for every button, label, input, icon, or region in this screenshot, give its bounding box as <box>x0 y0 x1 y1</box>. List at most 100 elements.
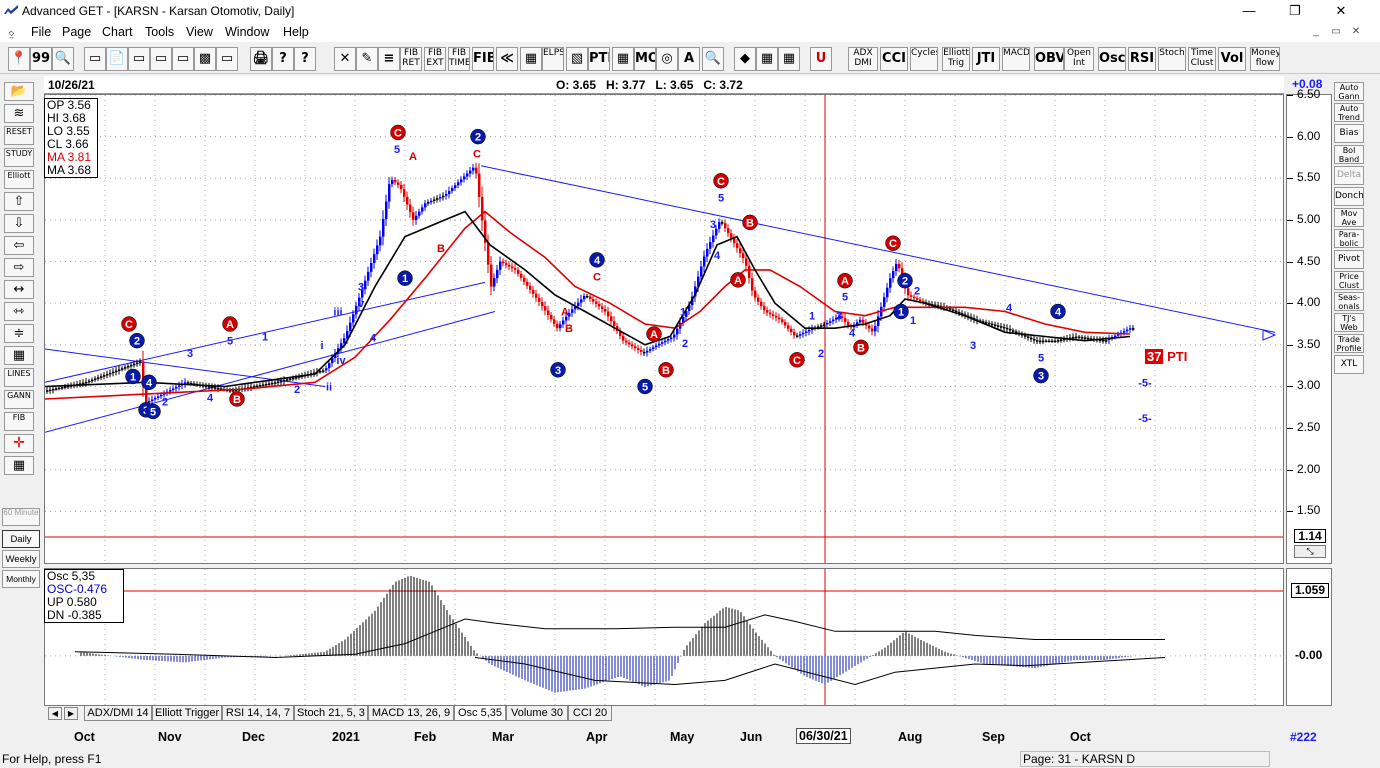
child-close-button[interactable]: ✕ <box>1348 25 1364 39</box>
left-tool-1[interactable]: ≋ <box>4 104 34 123</box>
toolbar-button-34[interactable]: ADX DMI <box>848 47 878 71</box>
timeframe-60min-button[interactable]: 60 Minute <box>2 508 40 526</box>
right-tool-11[interactable]: TJ's Web <box>1334 313 1364 332</box>
toolbar-button-40[interactable]: OBV <box>1034 47 1064 71</box>
toolbar-button-25[interactable]: ▦ <box>612 47 634 71</box>
left-tool-11[interactable]: ≑ <box>4 324 34 343</box>
toolbar-button-47[interactable]: Money flow <box>1250 47 1280 71</box>
menu-tools[interactable]: Tools <box>145 25 174 39</box>
maximize-button[interactable]: ❐ <box>1272 0 1318 22</box>
menu-file[interactable]: File <box>31 25 51 39</box>
toolbar-button-24[interactable]: PTI <box>588 47 610 71</box>
right-tool-4[interactable]: Delta <box>1334 166 1364 185</box>
toolbar-button-21[interactable]: ▦ <box>520 47 542 71</box>
toolbar-button-0[interactable]: 📍 <box>8 47 30 71</box>
oscillator-chart[interactable] <box>45 569 1283 705</box>
menu-help[interactable]: Help <box>283 25 309 39</box>
toolbar-button-37[interactable]: Elliott Trig <box>942 47 970 71</box>
left-tool-8[interactable]: ⇨ <box>4 258 34 277</box>
left-tool-5[interactable]: ⇧ <box>4 192 34 211</box>
close-button[interactable]: ✕ <box>1318 0 1364 22</box>
price-chart-panel[interactable]: C214352A5B3412C5AB13viii4iviii2C3BA4C5AB… <box>44 94 1284 564</box>
toolbar-button-14[interactable]: ✎ <box>356 47 378 71</box>
toolbar-button-36[interactable]: Cycles <box>910 47 938 71</box>
toolbar-button-44[interactable]: Stoch <box>1158 47 1186 71</box>
right-tool-9[interactable]: Price Clust <box>1334 271 1364 290</box>
toolbar-button-28[interactable]: A <box>678 47 700 71</box>
timeframe-daily-button[interactable]: Daily <box>2 530 40 548</box>
toolbar-button-30[interactable]: ◆ <box>734 47 756 71</box>
toolbar-button-39[interactable]: MACD <box>1002 47 1030 71</box>
timeframe-monthly-button[interactable]: Monthly <box>2 570 40 588</box>
toolbar-button-9[interactable]: ▭ <box>216 47 238 71</box>
left-tool-10[interactable]: ⇿ <box>4 302 34 321</box>
left-tool-16[interactable]: ✛ <box>4 434 34 453</box>
study-tab[interactable]: Osc 5,35 <box>454 706 506 721</box>
study-tab[interactable]: MACD 13, 26, 9 <box>368 706 454 721</box>
timeframe-weekly-button[interactable]: Weekly <box>2 550 40 568</box>
child-restore-button[interactable]: ▭ <box>1328 25 1344 39</box>
toolbar-button-29[interactable]: 🔍 <box>702 47 724 71</box>
left-tool-9[interactable]: ↔ <box>4 280 34 299</box>
toolbar-button-46[interactable]: Vol <box>1218 47 1246 71</box>
left-tool-12[interactable]: ▦ <box>4 346 34 365</box>
right-tool-3[interactable]: Bol Band <box>1334 145 1364 164</box>
toolbar-button-10[interactable]: 🖨 <box>250 47 272 71</box>
document-icon[interactable]: ⍚ <box>8 24 16 40</box>
toolbar-button-22[interactable]: ELPS <box>542 47 564 71</box>
toolbar-button-45[interactable]: Time Clust <box>1188 47 1216 71</box>
right-tool-13[interactable]: XTL <box>1334 355 1364 374</box>
toolbar-button-16[interactable]: FIB RET <box>400 47 422 71</box>
left-tool-15[interactable]: FIB <box>4 412 34 431</box>
toolbar-button-18[interactable]: FIB TIME <box>448 47 470 71</box>
toolbar-button-8[interactable]: ▩ <box>194 47 216 71</box>
study-tab[interactable]: Stoch 21, 5, 3 <box>294 706 368 721</box>
toolbar-button-26[interactable]: MOB <box>634 47 656 71</box>
study-tab[interactable]: ADX/DMI 14 <box>84 706 152 721</box>
toolbar-button-11[interactable]: ? <box>272 47 294 71</box>
toolbar-button-7[interactable]: ▭ <box>172 47 194 71</box>
left-tool-4[interactable]: Elliott <box>4 170 34 189</box>
toolbar-button-41[interactable]: Open Int <box>1064 47 1094 71</box>
study-tab[interactable]: CCI 20 <box>568 706 612 721</box>
toolbar-button-20[interactable]: ≪ <box>496 47 518 71</box>
menu-chart[interactable]: Chart <box>102 25 133 39</box>
toolbar-button-32[interactable]: ▦ <box>778 47 800 71</box>
oscillator-panel[interactable] <box>44 568 1284 706</box>
left-tool-3[interactable]: STUDY <box>4 148 34 167</box>
study-tab[interactable]: Elliott Trigger <box>152 706 222 721</box>
right-tool-0[interactable]: Auto Gann <box>1334 82 1364 101</box>
left-tool-17[interactable]: ▦ <box>4 456 34 475</box>
left-tool-6[interactable]: ⇩ <box>4 214 34 233</box>
study-tab[interactable]: Volume 30 <box>506 706 568 721</box>
minimize-button[interactable]: — <box>1226 0 1272 22</box>
toolbar-button-38[interactable]: JTI <box>972 47 1000 71</box>
toolbar-button-1[interactable]: 99 <box>30 47 52 71</box>
menu-view[interactable]: View <box>186 25 213 39</box>
study-tab[interactable]: RSI 14, 14, 7 <box>222 706 294 721</box>
right-tool-10[interactable]: Seas-onals <box>1334 292 1364 311</box>
right-tool-6[interactable]: Mov Ave <box>1334 208 1364 227</box>
right-tool-8[interactable]: Pivot <box>1334 250 1364 269</box>
toolbar-button-33[interactable]: U <box>810 47 832 71</box>
left-tool-7[interactable]: ⇦ <box>4 236 34 255</box>
toolbar-button-43[interactable]: RSI <box>1128 47 1156 71</box>
right-tool-7[interactable]: Para-bolic <box>1334 229 1364 248</box>
toolbar-button-27[interactable]: ◎ <box>656 47 678 71</box>
child-minimize-button[interactable]: _ <box>1308 25 1324 39</box>
menu-window[interactable]: Window <box>225 25 269 39</box>
toolbar-button-31[interactable]: ▦ <box>756 47 778 71</box>
tab-scroll-left-button[interactable]: ◀ <box>48 707 62 720</box>
toolbar-button-6[interactable]: ▭ <box>150 47 172 71</box>
toolbar-button-17[interactable]: FIB EXT <box>424 47 446 71</box>
toolbar-button-42[interactable]: Osc <box>1098 47 1126 71</box>
left-tool-0[interactable]: 📂 <box>4 82 34 101</box>
toolbar-button-4[interactable]: 📄 <box>106 47 128 71</box>
right-tool-12[interactable]: Trade Profile <box>1334 334 1364 353</box>
tab-scroll-right-button[interactable]: ▶ <box>64 707 78 720</box>
right-tool-5[interactable]: Donch <box>1334 187 1364 206</box>
right-tool-2[interactable]: Bias <box>1334 124 1364 143</box>
toolbar-button-3[interactable]: ▭ <box>84 47 106 71</box>
toolbar-button-15[interactable]: ≡ <box>378 47 400 71</box>
zoom-icon[interactable]: ⤡ <box>1294 545 1326 558</box>
